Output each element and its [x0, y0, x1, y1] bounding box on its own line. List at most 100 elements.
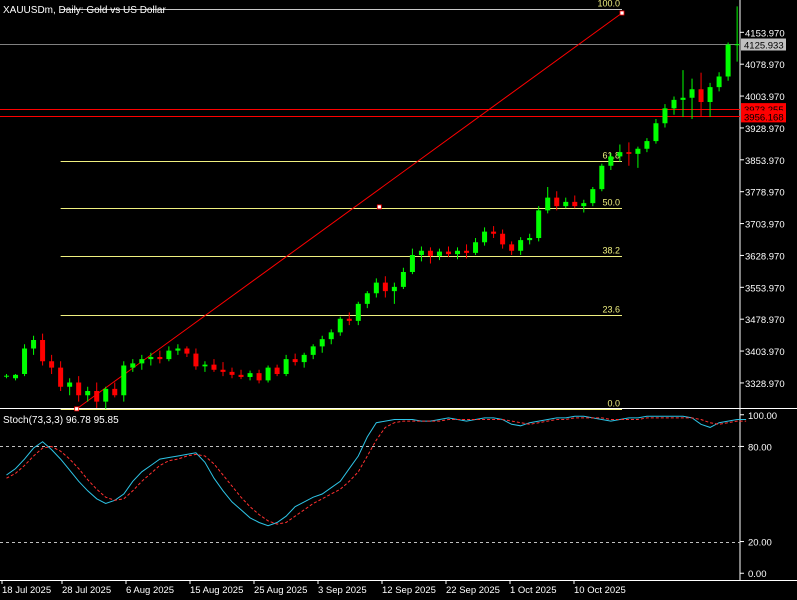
candle[interactable] [184, 348, 190, 354]
candle[interactable] [500, 233, 506, 245]
candle[interactable] [193, 353, 199, 367]
candle[interactable] [112, 388, 118, 396]
candle[interactable] [49, 361, 55, 368]
candle[interactable] [256, 373, 262, 381]
candle[interactable] [455, 250, 461, 255]
candle[interactable] [536, 210, 542, 238]
candle[interactable] [166, 350, 172, 360]
candle[interactable] [554, 197, 560, 207]
candle[interactable] [473, 242, 479, 253]
price-tick-label: 3553.970 [745, 283, 785, 294]
candle[interactable] [40, 340, 46, 362]
candle[interactable] [391, 286, 397, 292]
candle[interactable] [590, 189, 596, 204]
price-tick-label: 4078.970 [745, 60, 785, 71]
time-tick-label: 18 Jul 2025 [2, 585, 51, 596]
candle[interactable] [283, 359, 289, 374]
candle[interactable] [680, 97, 686, 100]
candle[interactable] [220, 369, 226, 372]
candle[interactable] [310, 346, 316, 355]
candle[interactable] [121, 365, 127, 396]
candle[interactable] [364, 293, 370, 304]
candle[interactable] [662, 108, 668, 124]
candle[interactable] [671, 99, 677, 109]
candle[interactable] [653, 123, 659, 142]
candle[interactable] [229, 371, 235, 375]
candle[interactable] [581, 203, 587, 207]
stoch-tick-label: 20.00 [748, 538, 772, 549]
candle[interactable] [545, 197, 551, 211]
candle[interactable] [22, 348, 28, 375]
candle[interactable] [4, 375, 10, 377]
fib-level-label: 0.0 [607, 399, 620, 409]
candle[interactable] [13, 374, 19, 379]
candle[interactable] [689, 89, 695, 98]
candle[interactable] [328, 332, 334, 340]
candle[interactable] [418, 250, 424, 255]
candle[interactable] [608, 156, 614, 166]
candle[interactable] [103, 388, 109, 402]
fib-level-label: 23.6 [602, 305, 620, 315]
candle[interactable] [238, 374, 244, 377]
candle[interactable] [436, 251, 442, 256]
candle[interactable] [85, 391, 91, 396]
candle[interactable] [635, 148, 641, 154]
candle[interactable] [626, 152, 632, 154]
candle[interactable] [94, 391, 100, 402]
candle[interactable] [509, 244, 515, 251]
candle[interactable] [491, 231, 497, 234]
candle[interactable] [265, 367, 271, 381]
candle[interactable] [373, 282, 379, 294]
candle[interactable] [346, 318, 352, 321]
candle[interactable] [563, 201, 569, 207]
candle[interactable] [707, 87, 713, 102]
price-tick-label: 3478.970 [745, 315, 785, 326]
candle[interactable] [482, 231, 488, 243]
price-tick-label: 3328.970 [745, 379, 785, 390]
trendline-anchor[interactable] [376, 204, 382, 210]
price-tick-label: 3703.970 [745, 220, 785, 231]
candle[interactable] [400, 272, 406, 287]
chart-canvas[interactable]: 100.061.850.038.223.60.0 4153.9704078.97… [0, 0, 797, 600]
candle[interactable] [319, 339, 325, 347]
candle[interactable] [247, 373, 253, 377]
candle[interactable] [725, 44, 731, 77]
candle[interactable] [211, 364, 217, 370]
candle[interactable] [337, 318, 343, 333]
candle[interactable] [58, 367, 64, 387]
candle[interactable] [464, 250, 470, 253]
candle[interactable] [518, 240, 524, 251]
candle[interactable] [148, 357, 154, 360]
price-tick-label: 3778.970 [745, 188, 785, 199]
candle[interactable] [572, 201, 578, 207]
candle[interactable] [698, 89, 704, 102]
candle[interactable] [67, 382, 73, 387]
candle[interactable] [617, 152, 623, 157]
candle[interactable] [202, 364, 208, 367]
candle[interactable] [175, 348, 181, 351]
candle[interactable] [599, 165, 605, 190]
time-tick-label: 12 Sep 2025 [382, 585, 436, 596]
candle[interactable] [409, 255, 415, 272]
trendline-anchor[interactable] [619, 10, 625, 16]
stoch-tick-label: 80.00 [748, 442, 772, 453]
candle[interactable] [274, 367, 280, 374]
candle[interactable] [382, 282, 388, 292]
candle[interactable] [301, 354, 307, 363]
candle[interactable] [31, 340, 37, 349]
trendline-anchor[interactable] [74, 406, 80, 412]
candle[interactable] [139, 359, 145, 364]
candle[interactable] [734, 44, 740, 46]
candle[interactable] [716, 76, 722, 88]
candle[interactable] [427, 250, 433, 256]
candle[interactable] [130, 363, 136, 368]
candle[interactable] [355, 303, 361, 321]
time-tick-label: 25 Aug 2025 [254, 585, 307, 596]
candle[interactable] [157, 357, 163, 360]
candle[interactable] [292, 359, 298, 363]
symbol-title: XAUUSDm, Daily: Gold vs US Dollar [3, 5, 166, 16]
candle[interactable] [445, 251, 451, 255]
candle[interactable] [527, 238, 533, 241]
candle[interactable] [644, 141, 650, 149]
candle[interactable] [76, 382, 82, 396]
